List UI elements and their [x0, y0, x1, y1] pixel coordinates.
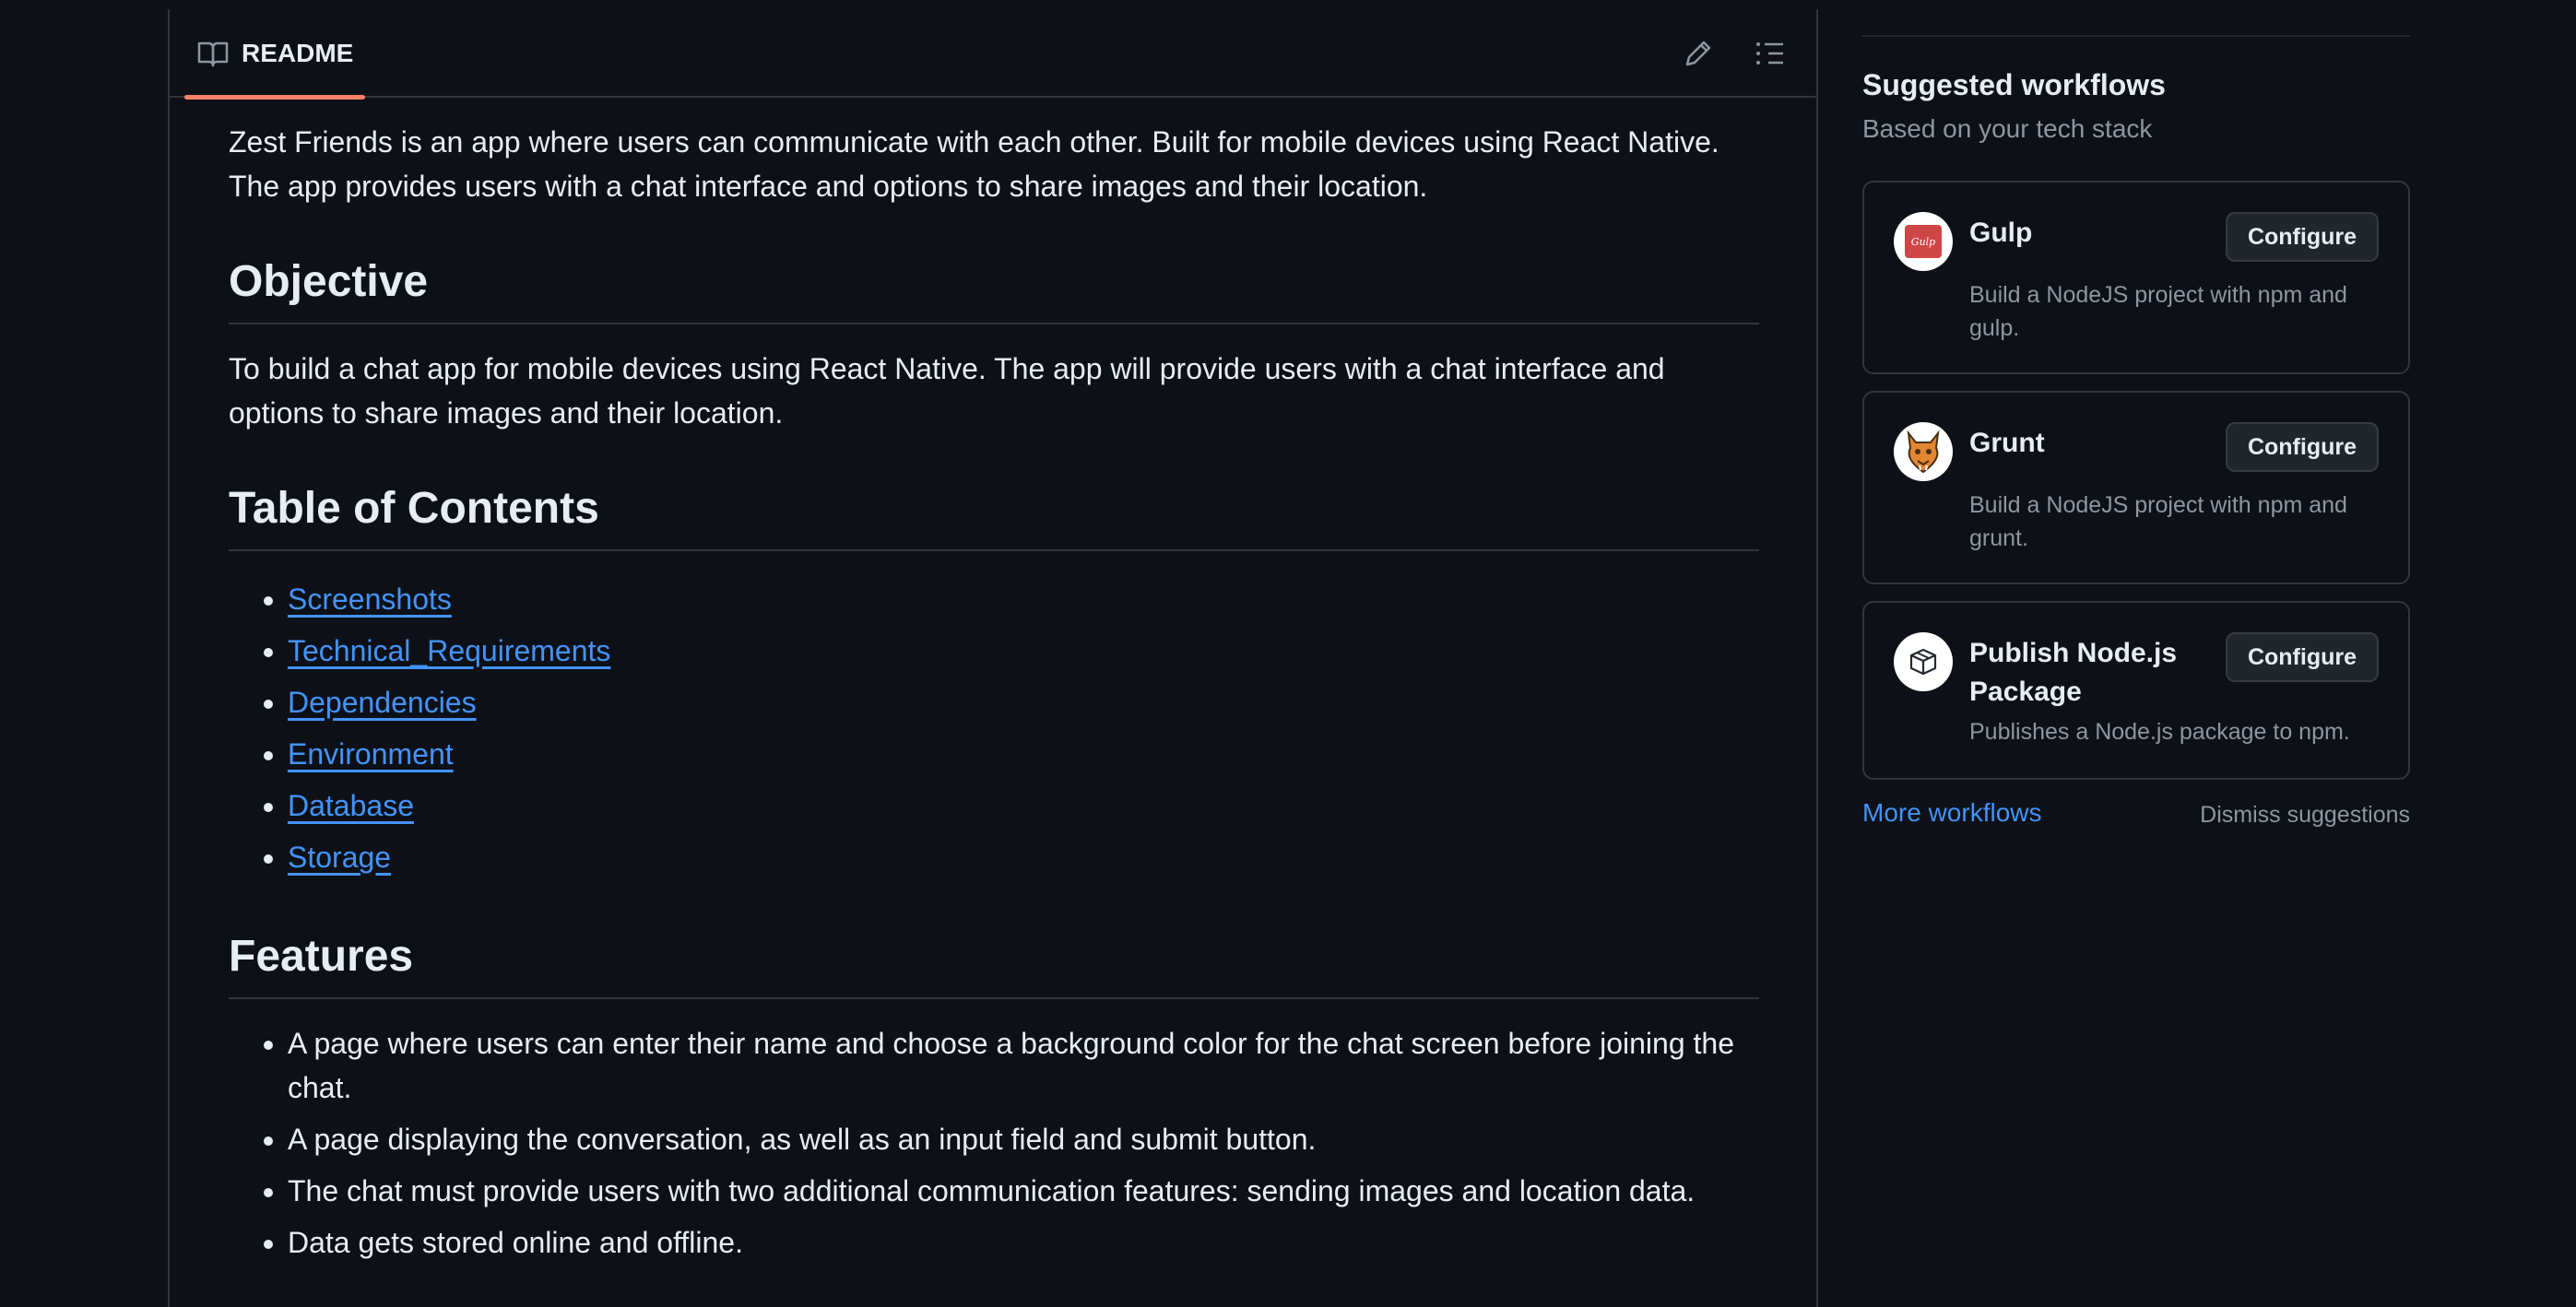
more-workflows-link[interactable]: More workflows	[1862, 798, 2041, 828]
toc-item: Environment	[288, 728, 1759, 780]
objective-paragraph: To build a chat app for mobile devices u…	[229, 352, 1665, 430]
readme-content: Zest Friends is an app where users can c…	[229, 98, 1759, 1272]
suggested-workflows-sidebar: Suggested workflows Based on your tech s…	[1862, 0, 2410, 1307]
readme-panel: README Zest Friends is an app where user…	[168, 9, 1818, 1307]
book-icon	[197, 41, 229, 67]
objective-heading: Objective	[229, 254, 1759, 324]
configure-button[interactable]: Configure	[2225, 422, 2379, 472]
dismiss-suggestions-button[interactable]: Dismiss suggestions	[2200, 802, 2410, 829]
toc-link-technical-requirements[interactable]: Technical_Requirements	[288, 634, 610, 667]
workflow-card-publish-nodejs: Publish Node.js Package Configure Publis…	[1862, 601, 2410, 780]
toc-item: Dependencies	[288, 677, 1759, 728]
features-heading: Features	[229, 929, 1759, 999]
toc-link-storage[interactable]: Storage	[288, 841, 391, 874]
toc-item: Screenshots	[288, 573, 1759, 625]
list-outline-icon[interactable]	[1754, 37, 1787, 70]
toc-link-dependencies[interactable]: Dependencies	[288, 686, 477, 719]
toc-link-database[interactable]: Database	[288, 789, 414, 822]
workflow-description: Publishes a Node.js package to npm.	[1969, 719, 2350, 745]
feature-item: A page displaying the conversation, as w…	[288, 1117, 1759, 1161]
workflow-card-grunt: Grunt Configure Build a NodeJS project w…	[1862, 391, 2410, 584]
configure-button[interactable]: Configure	[2225, 632, 2379, 682]
workflow-name: Publish Node.js Package	[1969, 638, 2178, 707]
feature-item: The chat must provide users with two add…	[288, 1169, 1759, 1213]
grunt-logo-icon	[1894, 422, 1953, 481]
workflow-card-gulp: Gulp Gulp Configure Build a NodeJS proje…	[1862, 181, 2410, 374]
pencil-icon[interactable]	[1682, 37, 1715, 70]
toc-item: Database	[288, 780, 1759, 831]
feature-item: A page where users can enter their name …	[288, 1021, 1759, 1110]
workflow-name: Gulp	[1969, 218, 2033, 248]
readme-tab-label: README	[242, 39, 354, 67]
suggested-workflows-title: Suggested workflows	[1862, 68, 2166, 101]
readme-tab[interactable]: README	[197, 9, 353, 98]
toc-item: Storage	[288, 831, 1759, 883]
suggested-workflows-subtitle: Based on your tech stack	[1862, 114, 2153, 143]
toc-list: Screenshots Technical_Requirements Depen…	[229, 573, 1759, 883]
intro-paragraph: Zest Friends is an app where users can c…	[229, 125, 1719, 203]
workflow-description: Build a NodeJS project with npm and grun…	[1969, 492, 2347, 551]
readme-header: README	[170, 9, 1816, 100]
toc-link-screenshots[interactable]: Screenshots	[288, 583, 452, 616]
toc-link-environment[interactable]: Environment	[288, 737, 454, 771]
package-icon	[1894, 632, 1953, 691]
sidebar-divider	[1862, 35, 2410, 37]
toc-heading: Table of Contents	[229, 481, 1759, 551]
features-list: A page where users can enter their name …	[229, 1021, 1759, 1265]
feature-item: Data gets stored online and offline.	[288, 1220, 1759, 1265]
gulp-logo-icon: Gulp	[1894, 212, 1953, 271]
workflow-description: Build a NodeJS project with npm and gulp…	[1969, 282, 2347, 341]
workflow-name: Grunt	[1969, 428, 2045, 458]
configure-button[interactable]: Configure	[2225, 212, 2379, 262]
toc-item: Technical_Requirements	[288, 625, 1759, 677]
